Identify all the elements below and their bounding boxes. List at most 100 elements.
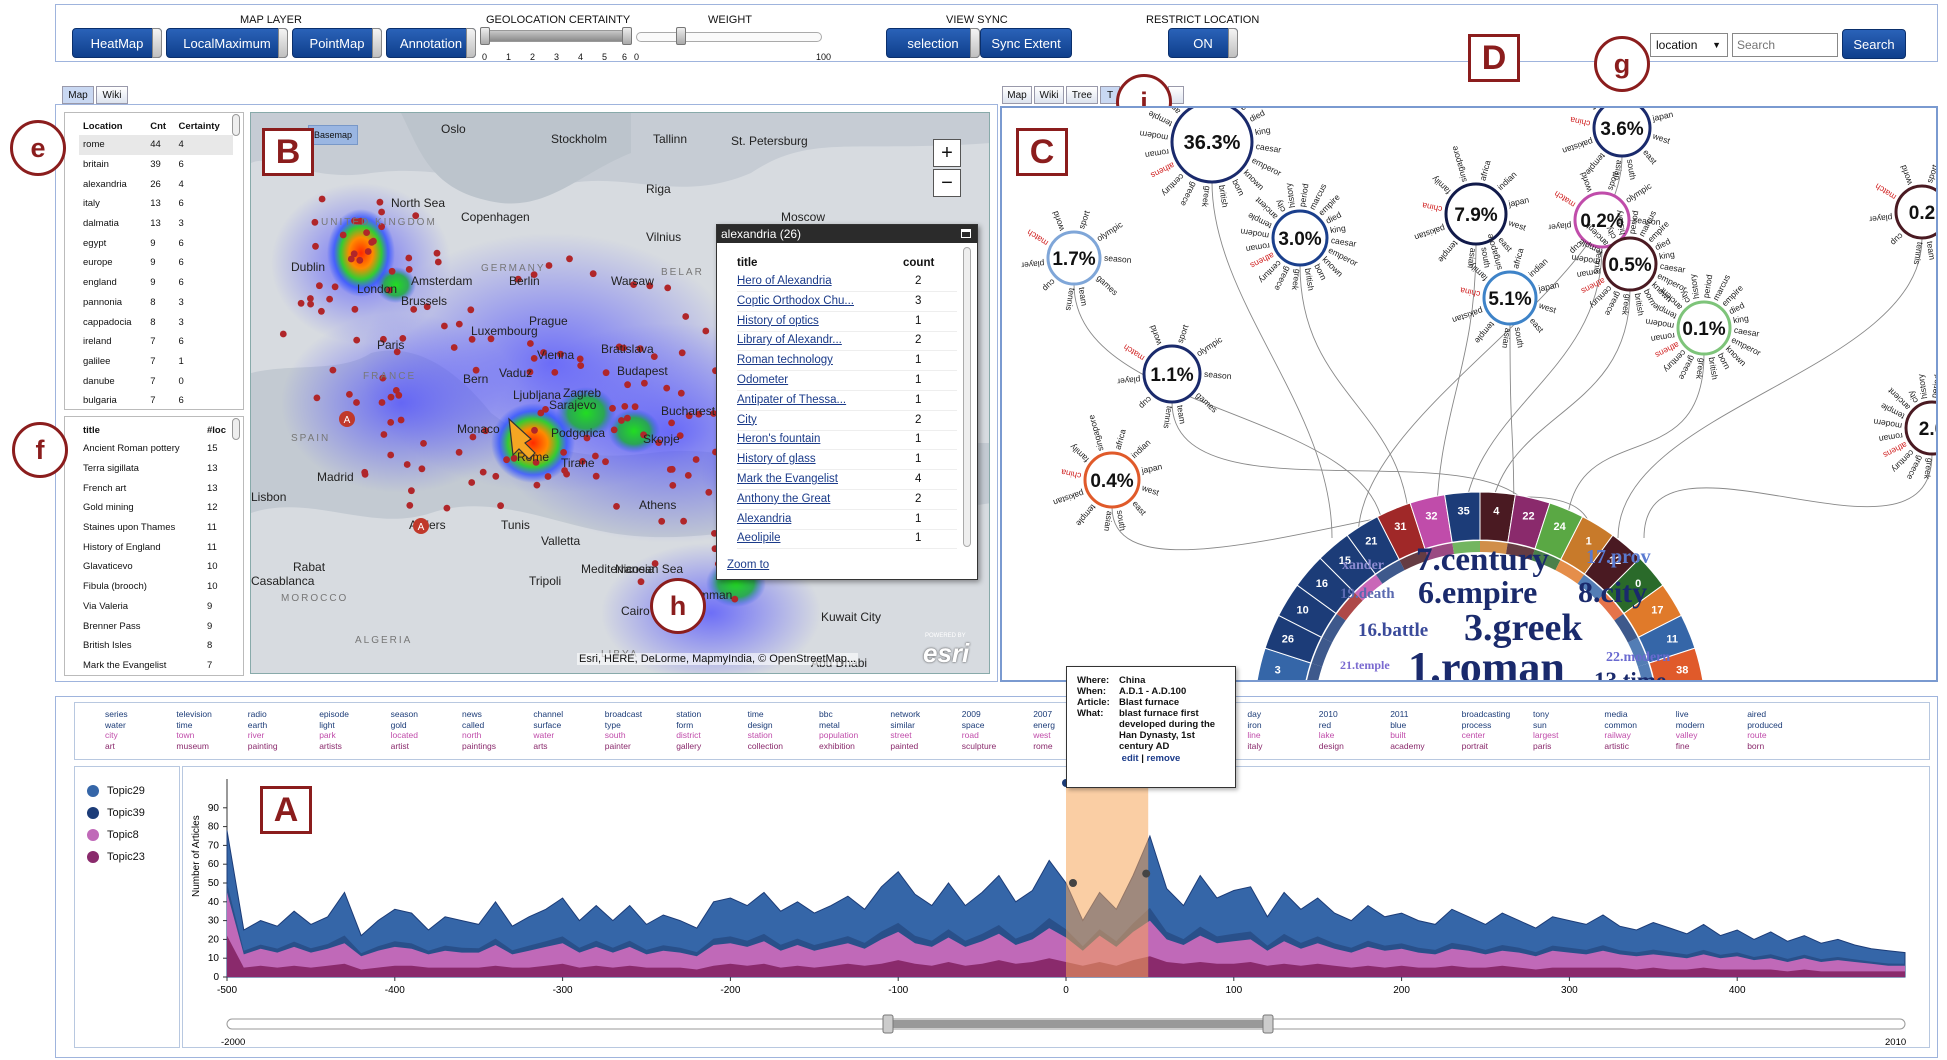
keyword[interactable]: exhibition — [819, 741, 855, 752]
slider-handle[interactable] — [622, 27, 632, 45]
keyword[interactable]: common — [1604, 720, 1637, 731]
map-point[interactable] — [397, 416, 405, 424]
cloud-word[interactable]: 22.modern — [1606, 650, 1670, 666]
table-row[interactable]: Brenner Pass 9 — [79, 616, 235, 636]
keyword[interactable]: lake — [1319, 730, 1335, 741]
topic-node[interactable]: greekgreececenturyathensromanmoderntempl… — [1872, 373, 1938, 482]
keyword[interactable]: fine — [1676, 741, 1690, 752]
keyword[interactable]: street — [890, 730, 911, 741]
map-point[interactable] — [346, 391, 353, 398]
map-point[interactable] — [388, 267, 396, 275]
keyword[interactable]: metal — [819, 720, 840, 731]
map-point[interactable] — [658, 517, 666, 525]
keyword[interactable]: earth — [248, 720, 267, 731]
keyword[interactable]: rome — [1033, 741, 1052, 752]
map-point[interactable] — [664, 284, 672, 292]
pointmap-button[interactable]: PointMap — [292, 28, 382, 58]
cloud-word[interactable]: 1.roman — [1408, 642, 1565, 680]
article-link[interactable]: Mark the Evangelist — [737, 473, 838, 485]
keyword[interactable]: population — [819, 730, 858, 741]
map-point[interactable] — [533, 481, 541, 489]
map-point[interactable] — [624, 381, 631, 389]
map-point[interactable] — [602, 458, 609, 466]
keyword[interactable]: portrait — [1462, 741, 1488, 752]
map-point[interactable] — [434, 258, 442, 266]
map-point[interactable] — [279, 330, 287, 338]
table-row[interactable]: europe 9 6 — [79, 253, 233, 273]
map-point[interactable] — [418, 465, 426, 473]
map-point[interactable] — [589, 270, 597, 278]
keyword[interactable]: tony — [1533, 709, 1549, 720]
topic-node[interactable]: tennis cup player matchworld sportolympic sea… — [1021, 209, 1132, 312]
keyword[interactable]: called — [462, 720, 484, 731]
tooltip-edit-link[interactable]: edit — [1122, 753, 1139, 764]
table-row[interactable]: Fibula (brooch) 10 — [79, 577, 235, 597]
map-point[interactable] — [408, 487, 415, 495]
map-point[interactable] — [592, 472, 600, 480]
topic-node[interactable]: asiantemplepakistanchinafamilysingaporea… — [1561, 108, 1674, 181]
table-row[interactable]: Glavaticevo 10 — [79, 557, 235, 577]
map-point[interactable] — [527, 340, 534, 347]
map-point[interactable] — [692, 456, 700, 463]
map-point[interactable] — [492, 472, 500, 480]
keyword[interactable]: media — [1604, 709, 1627, 720]
table-row[interactable]: Ancient Roman pottery 15 — [79, 439, 235, 459]
map-point[interactable] — [405, 254, 413, 262]
map-point[interactable] — [351, 305, 359, 313]
list-item[interactable]: History of optics 1 — [737, 313, 957, 332]
map-point[interactable] — [551, 369, 559, 376]
keyword[interactable]: town — [176, 730, 194, 741]
map-point[interactable] — [326, 295, 333, 303]
map-point[interactable] — [455, 320, 463, 328]
map-point[interactable] — [312, 242, 319, 250]
list-item[interactable]: Antipater of Thessa... 1 — [737, 392, 957, 411]
slider-handle[interactable] — [480, 27, 490, 45]
map-point[interactable] — [353, 336, 361, 344]
cloud-word[interactable]: 8.city — [1578, 576, 1647, 610]
map-point[interactable] — [441, 322, 448, 330]
keyword[interactable]: painting — [248, 741, 278, 752]
keyword[interactable]: design — [748, 720, 773, 731]
article-link[interactable]: Library of Alexandr... — [737, 334, 842, 346]
location-marker-icon[interactable]: A — [413, 518, 429, 534]
keyword[interactable]: sun — [1533, 720, 1547, 731]
keyword[interactable]: iron — [1247, 720, 1261, 731]
keyword[interactable]: located — [391, 730, 418, 741]
map-point[interactable] — [318, 195, 326, 203]
map-point[interactable] — [537, 409, 545, 417]
map-point[interactable] — [705, 488, 713, 496]
map-point[interactable] — [361, 468, 369, 476]
table-row[interactable]: galilee 7 1 — [79, 352, 233, 372]
table-row[interactable]: dalmatia 13 3 — [79, 214, 233, 234]
keyword[interactable]: art — [105, 741, 115, 752]
map-point[interactable] — [316, 282, 323, 290]
map-point[interactable] — [637, 578, 645, 586]
keyword[interactable]: time — [748, 709, 764, 720]
keyword[interactable]: bbc — [819, 709, 833, 720]
keyword[interactable]: valley — [1676, 730, 1698, 741]
slider-handle[interactable] — [676, 27, 686, 45]
scrollbar[interactable] — [232, 418, 240, 440]
map-point[interactable] — [450, 344, 458, 351]
keyword[interactable]: water — [533, 730, 554, 741]
map-point[interactable] — [677, 389, 685, 397]
list-item[interactable]: Heron's fountain 1 — [737, 431, 957, 451]
map-point[interactable] — [702, 327, 710, 335]
map-point[interactable] — [602, 369, 610, 377]
stacked-area-chart[interactable]: 0 10 20 30 40 50 60 70 80 90 -500 -400 -300 -200 -100 0… — [183, 767, 1929, 1048]
topic-node[interactable]: greekgreececenturyathensromanmoderntempl… — [1644, 273, 1762, 382]
keyword[interactable]: painted — [890, 741, 918, 752]
cloud-word[interactable]: 19.death — [1340, 586, 1395, 603]
map-point[interactable] — [576, 355, 584, 363]
legend-item[interactable]: Topic8 — [87, 827, 177, 843]
map-point[interactable] — [563, 470, 570, 478]
map-point[interactable] — [618, 417, 625, 424]
list-item[interactable]: Aeolipile 1 — [737, 530, 957, 550]
article-link[interactable]: Roman technology — [737, 354, 833, 366]
keyword[interactable]: day — [1247, 709, 1261, 720]
keyword[interactable]: 2011 — [1390, 709, 1408, 720]
map-point[interactable] — [433, 249, 441, 257]
keyword[interactable]: channel — [533, 709, 563, 720]
keyword[interactable]: line — [1247, 730, 1260, 741]
keyword[interactable]: park — [319, 730, 336, 741]
